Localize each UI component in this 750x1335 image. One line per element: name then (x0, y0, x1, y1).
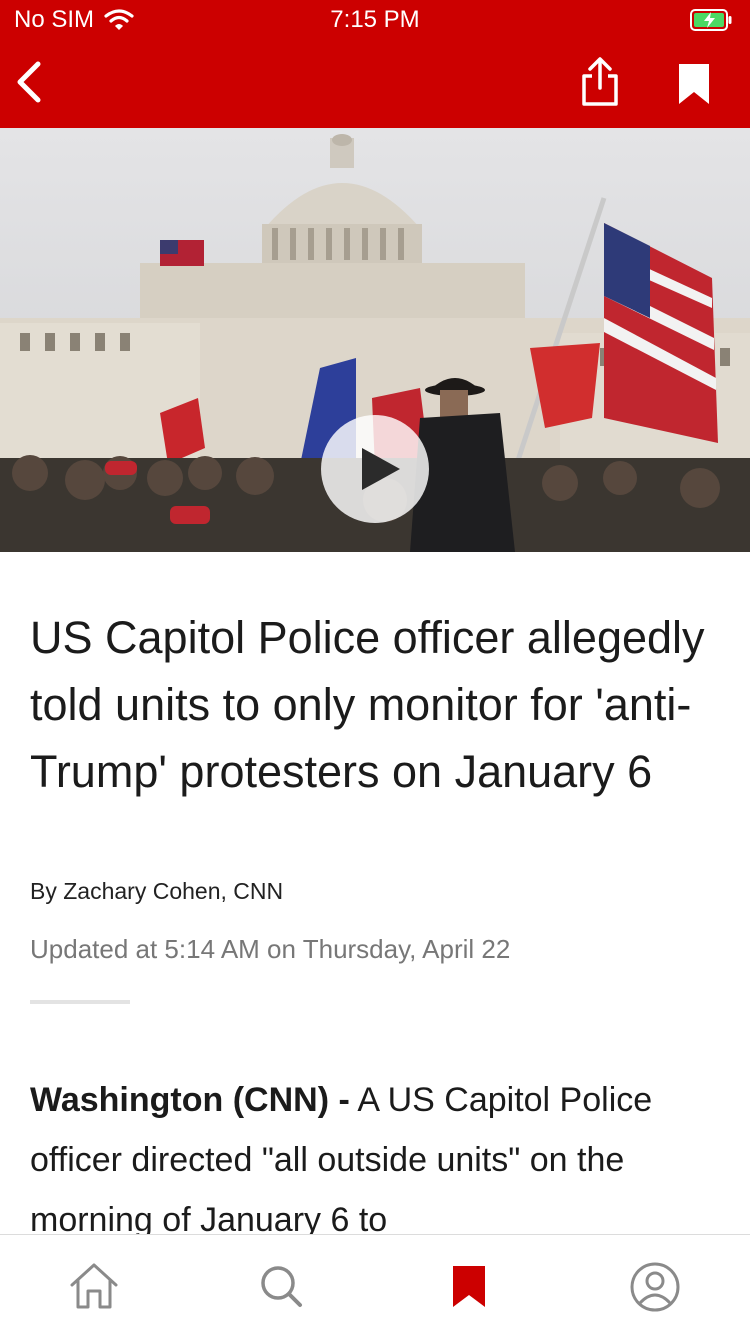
back-button[interactable] (12, 58, 52, 106)
search-icon (261, 1266, 302, 1307)
play-icon (321, 415, 429, 523)
article-body: Washington (CNN) - A US Capitol Police o… (30, 1070, 720, 1250)
article-headline: US Capitol Police officer allegedly told… (30, 612, 705, 797)
article-byline: By Zachary Cohen, CNN (30, 878, 284, 904)
hero-video[interactable] (0, 128, 750, 552)
chevron-left-icon (17, 61, 41, 103)
tab-search[interactable] (254, 1259, 310, 1315)
profile-icon (630, 1262, 680, 1312)
article-dateline: Washington (CNN) - (30, 1081, 350, 1119)
status-bar: No SIM 7:15 PM (0, 0, 750, 40)
tab-home[interactable] (66, 1259, 122, 1315)
tab-account[interactable] (627, 1259, 683, 1315)
bottom-tab-bar (0, 1234, 750, 1335)
share-icon (582, 57, 618, 106)
clock-time: 7:15 PM (330, 6, 420, 33)
bookmark-icon (679, 64, 709, 104)
share-button[interactable] (578, 56, 622, 108)
article-updated-timestamp: Updated at 5:14 AM on Thursday, April 22 (30, 934, 511, 964)
section-divider (30, 1000, 130, 1004)
home-icon (70, 1263, 118, 1309)
battery-charging-icon (690, 8, 734, 37)
tab-saved[interactable] (441, 1259, 497, 1315)
bookmark-button[interactable] (676, 62, 712, 106)
bookmark-icon (453, 1266, 485, 1307)
top-header: No SIM 7:15 PM (0, 0, 750, 128)
play-button[interactable] (320, 414, 430, 524)
